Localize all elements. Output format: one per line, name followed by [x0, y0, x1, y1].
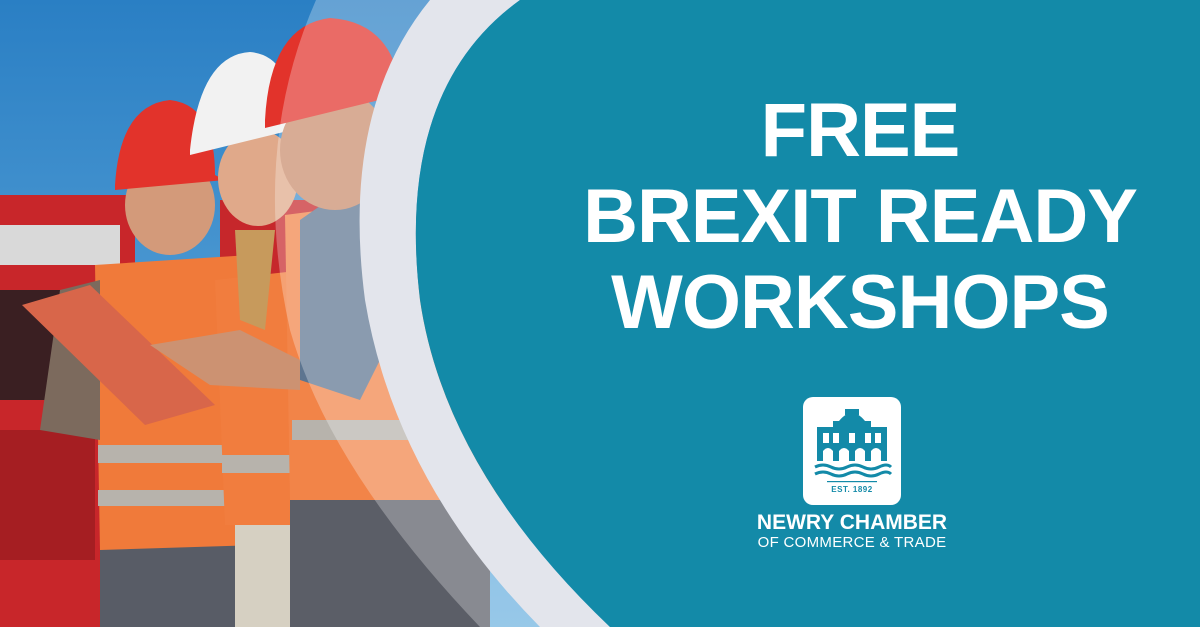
headline-line-workshops: WORKSHOPS	[611, 260, 1110, 345]
headline-line-brexit-ready: BREXIT READY	[583, 174, 1138, 259]
truck-grille	[0, 430, 95, 560]
est-year: EST. 1892	[831, 485, 873, 494]
brexit-workshop-banner: FREE BREXIT READY WORKSHOPS EST. 1892 NE…	[0, 0, 1200, 627]
org-subtitle: OF COMMERCE & TRADE	[757, 534, 947, 551]
org-name: NEWRY CHAMBER	[756, 511, 948, 534]
headline: FREE BREXIT READY WORKSHOPS	[560, 88, 1160, 346]
newry-chamber-logo: EST. 1892	[803, 397, 901, 505]
truck-visor	[0, 225, 120, 265]
worker1-legs	[100, 540, 250, 627]
headline-line-free: FREE	[760, 88, 961, 173]
